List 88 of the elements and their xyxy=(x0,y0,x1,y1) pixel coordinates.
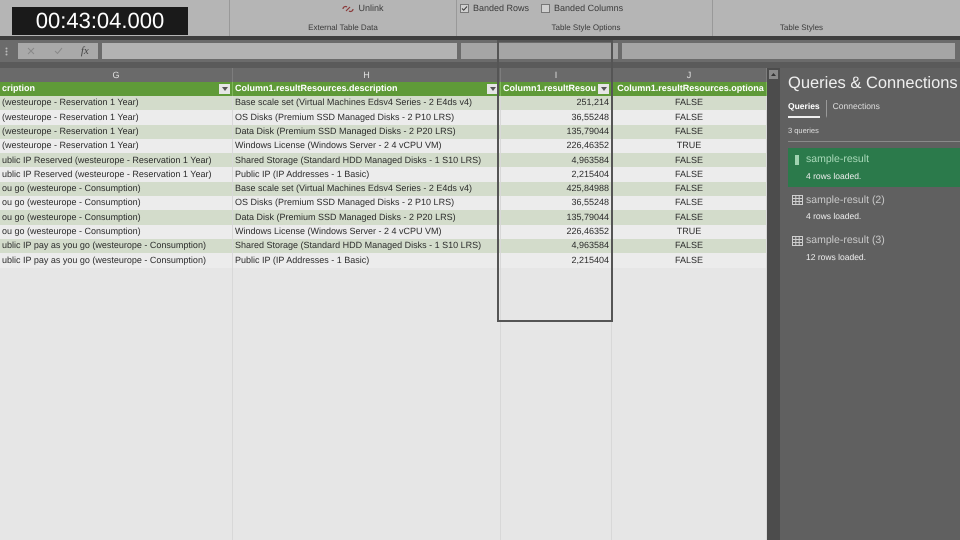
insert-function-button[interactable]: fx xyxy=(80,42,89,60)
table-cell-text: Public IP (IP Addresses - 1 Basic) xyxy=(235,168,370,181)
table-cell-text: Shared Storage (Standard HDD Managed Disks - 1 S10 LRS) xyxy=(235,154,482,167)
checkbox[interactable] xyxy=(541,4,550,14)
table-cell-text: ublic IP Reserved (westeurope - Reservation 1 Year) xyxy=(2,154,212,167)
table-cell-text: TRUE xyxy=(676,139,702,152)
query-name: sample-result (3) xyxy=(806,233,885,248)
handle-icon xyxy=(5,46,8,56)
table-cell-text: FALSE xyxy=(674,168,703,181)
table-cell-text: FALSE xyxy=(674,154,703,167)
table-cell-text: ublic IP Reserved (westeurope - Reservation 1 Year) xyxy=(2,168,212,181)
table-cell-text: (westeurope - Reservation 1 Year) xyxy=(2,124,139,138)
table-cell-text: ou go (westeurope - Consumption) xyxy=(2,225,141,238)
table-cell-text: 2,215404 xyxy=(571,168,609,181)
table-cell-text: FALSE xyxy=(674,210,703,224)
table-cell-text: FALSE xyxy=(674,254,703,267)
query-item[interactable]: sample-result 4 rows loaded. xyxy=(788,148,960,186)
table-cell-text: (westeurope - Reservation 1 Year) xyxy=(2,139,139,152)
caret-icon xyxy=(222,87,228,91)
table-cell-text: ou go (westeurope - Consumption) xyxy=(2,182,141,196)
option-checkbox[interactable]: Banded Columns xyxy=(541,2,624,16)
table-cell-text: Base scale set (Virtual Machines Edsv4 Series - 2 E4ds v4) xyxy=(235,96,472,110)
panel-tab[interactable]: Queries xyxy=(788,100,820,118)
table-cell-text: Windows License (Windows Server - 2 4 vCPU VM) xyxy=(235,139,442,152)
column-header: cription xyxy=(2,82,36,96)
table-cell-text: 226,46352 xyxy=(566,139,609,152)
check-icon[interactable] xyxy=(54,47,63,55)
option-checkbox[interactable]: Banded Rows xyxy=(460,2,530,16)
table-cell-text: Data Disk (Premium SSD Managed Disks - 2 P20 LRS) xyxy=(235,124,456,138)
table-cell-text: 2,215404 xyxy=(571,254,609,267)
table-cell-text: FALSE xyxy=(674,196,703,210)
unlink-icon xyxy=(342,4,354,14)
table-cell-text: (westeurope - Reservation 1 Year) xyxy=(2,96,139,110)
panel-title: Queries & Connections xyxy=(788,73,959,94)
panel-tab[interactable]: Connections xyxy=(826,100,880,118)
table-cell-text: FALSE xyxy=(674,96,703,110)
query-name: sample-result xyxy=(806,152,870,167)
table-cell-text: 135,79044 xyxy=(566,124,609,138)
table-cell-text: ublic IP pay as you go (westeurope - Consumption) xyxy=(2,254,206,267)
group-label: Table Style Options xyxy=(552,22,620,34)
table-cell-text: FALSE xyxy=(674,239,703,252)
column-header: Column1.resultResou xyxy=(503,82,596,96)
table-cell-text: 36,55248 xyxy=(571,110,609,124)
table-cell-text: ou go (westeurope - Consumption) xyxy=(2,210,141,224)
table-cell-text: Windows License (Windows Server - 2 4 vCPU VM) xyxy=(235,225,442,238)
group-label: External Table Data xyxy=(308,22,378,34)
column-header: Column1.resultResources.optiona xyxy=(616,82,765,96)
vertical-scrollbar[interactable] xyxy=(767,68,780,540)
table-cell-text: ublic IP pay as you go (westeurope - Consumption) xyxy=(2,239,206,252)
table-cell-text: Data Disk (Premium SSD Managed Disks - 2 P20 LRS) xyxy=(235,210,456,224)
table-cell-text: Shared Storage (Standard HDD Managed Disks - 1 S10 LRS) xyxy=(235,239,482,252)
filter-button[interactable] xyxy=(598,84,609,94)
filter-button[interactable] xyxy=(487,84,498,94)
query-status: 4 rows loaded. xyxy=(805,210,862,223)
query-name: sample-result (2) xyxy=(806,192,885,208)
table-cell-text: 226,46352 xyxy=(566,225,609,238)
table-cell-text: 36,55248 xyxy=(571,196,609,210)
timestamp: 00:43:04.000 xyxy=(12,7,188,35)
table-icon xyxy=(792,236,803,246)
table-cell-text: ou go (westeurope - Consumption) xyxy=(2,196,141,210)
table-cell-text: FALSE xyxy=(674,124,703,138)
caret-icon xyxy=(490,87,496,91)
table-cell-text: Base scale set (Virtual Machines Edsv4 Series - 2 E4ds v4) xyxy=(235,182,472,196)
table-cell-text: Public IP (IP Addresses - 1 Basic) xyxy=(235,254,370,267)
checkbox[interactable] xyxy=(460,4,469,14)
table-cell-text: 425,84988 xyxy=(566,182,609,196)
table-icon xyxy=(792,195,803,206)
table-cell-text: FALSE xyxy=(674,182,703,196)
query-item[interactable]: sample-result (2) 4 rows loaded. xyxy=(788,188,960,227)
table-cell-text: OS Disks (Premium SSD Managed Disks - 2 P10 LRS) xyxy=(235,196,454,210)
table-cell-text: OS Disks (Premium SSD Managed Disks - 2 P10 LRS) xyxy=(235,110,454,124)
query-status: 12 rows loaded. xyxy=(805,250,868,264)
table-cell-text: TRUE xyxy=(676,225,702,238)
table-cell-text: 251,214 xyxy=(576,96,609,110)
table-cell-text: 4,963584 xyxy=(571,239,609,252)
formula-input[interactable] xyxy=(102,43,457,59)
filter-button[interactable] xyxy=(219,84,230,94)
caret-icon xyxy=(600,87,606,91)
table-cell-text: 4,963584 xyxy=(571,154,609,167)
unlink-button[interactable]: Unlink xyxy=(342,2,384,16)
table-cell-text: (westeurope - Reservation 1 Year) xyxy=(2,110,139,124)
query-item[interactable]: sample-result (3) 12 rows loaded. xyxy=(788,229,960,268)
group-label: Table Styles xyxy=(780,22,824,34)
query-status: 4 rows loaded. xyxy=(805,170,862,182)
scroll-up-icon[interactable] xyxy=(769,70,778,79)
table-cell-text: 135,79044 xyxy=(566,210,609,224)
column-header: Column1.resultResources.description xyxy=(235,82,399,96)
table-cell-text: FALSE xyxy=(674,110,703,124)
